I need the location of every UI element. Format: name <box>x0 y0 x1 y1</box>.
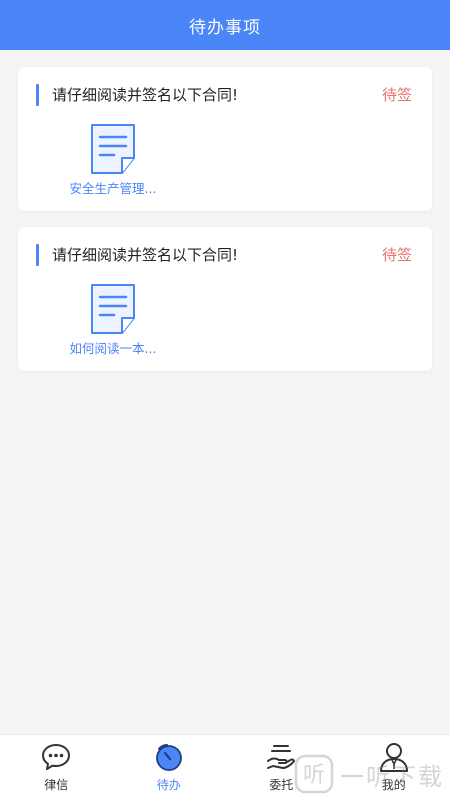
todo-card[interactable]: 请仔细阅读并签名以下合同! 待签 如何阅读一本... <box>18 227 432 371</box>
todo-icon <box>155 744 182 771</box>
hand-icon <box>267 745 296 769</box>
document-icon <box>91 284 135 334</box>
document-name: 如何阅读一本... <box>69 341 157 356</box>
app-header: 待办事项 <box>0 0 450 50</box>
tab-label: 待办 <box>156 778 181 792</box>
bottom-tab-bar: 律信 待办 委托 我的 <box>0 734 450 800</box>
todo-title: 请仔细阅读并签名以下合同! <box>52 86 239 104</box>
document-item[interactable]: 如何阅读一本... <box>53 282 173 358</box>
page-title: 待办事项 <box>189 17 261 38</box>
tab-label: 律信 <box>44 778 69 792</box>
document-icon <box>91 124 135 174</box>
card-accent-bar <box>36 84 39 106</box>
tab-label: 委托 <box>269 778 294 792</box>
document-item[interactable]: 安全生产管理... <box>53 122 173 198</box>
tab-lvxin[interactable]: 律信 <box>0 735 113 800</box>
chat-bubble-icon <box>42 744 71 770</box>
tab-label: 我的 <box>381 778 406 792</box>
card-accent-bar <box>36 244 39 266</box>
todo-card[interactable]: 请仔细阅读并签名以下合同! 待签 安全生产管理... <box>18 67 432 211</box>
user-icon <box>379 743 408 772</box>
tab-daiban[interactable]: 待办 <box>113 735 226 800</box>
tab-weituo[interactable]: 委托 <box>225 735 338 800</box>
tab-wode[interactable]: 我的 <box>338 735 450 800</box>
status-badge: 待签 <box>381 246 412 264</box>
todo-title: 请仔细阅读并签名以下合同! <box>52 246 239 264</box>
status-badge: 待签 <box>381 86 412 104</box>
document-name: 安全生产管理... <box>69 181 157 196</box>
